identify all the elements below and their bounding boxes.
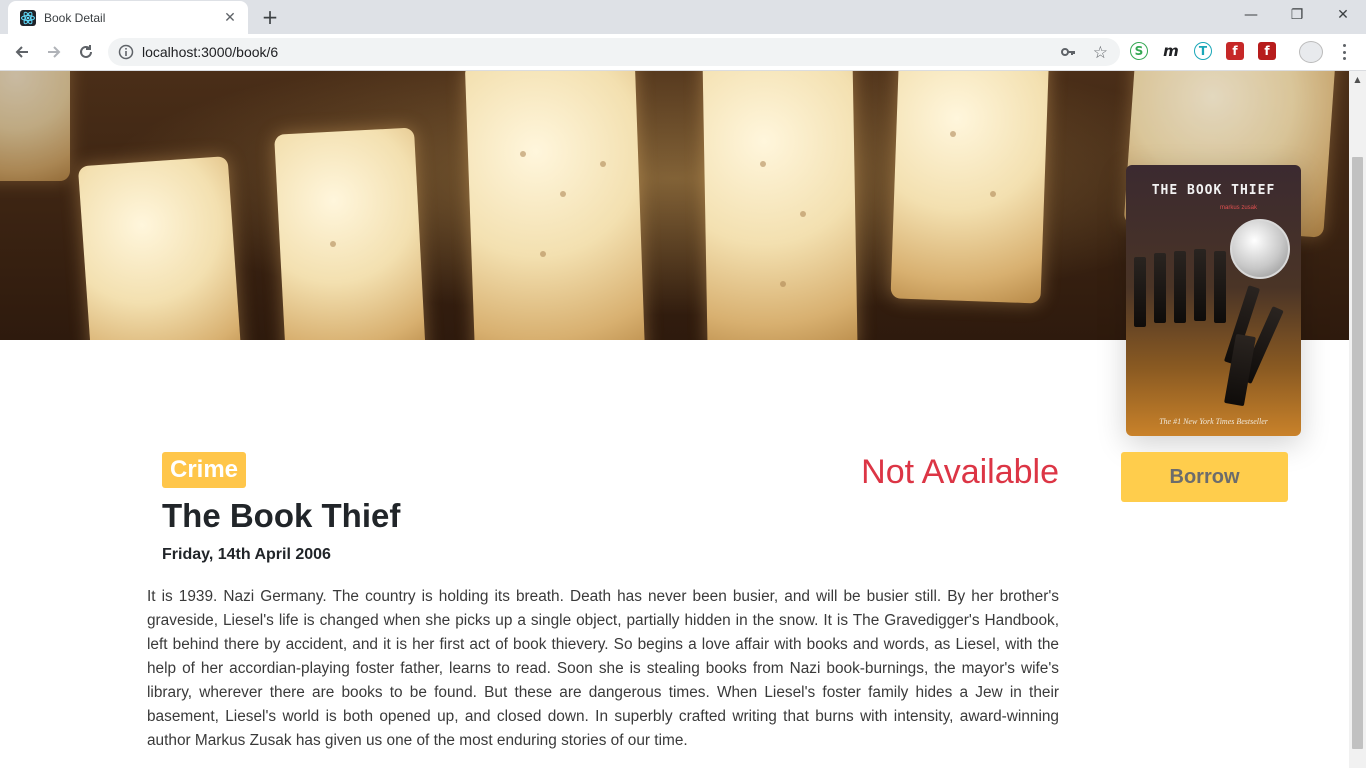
scroll-up-icon[interactable]: ▲ (1349, 71, 1366, 88)
back-icon[interactable] (10, 40, 34, 64)
tab-title: Book Detail (44, 10, 106, 25)
browser-tab[interactable]: Book Detail ✕ (8, 1, 248, 34)
reload-icon[interactable] (74, 40, 98, 64)
new-tab-button[interactable]: + (256, 5, 284, 29)
flash-icon[interactable]: f (1226, 42, 1244, 60)
genre-badge: Crime (162, 452, 247, 488)
page-viewport: Crime Not Available The Book Thief Frida… (0, 71, 1349, 768)
restore-button[interactable]: ❐ (1274, 0, 1320, 30)
cover-tagline: The #1 New York Times Bestseller (1159, 417, 1268, 426)
browser-tab-strip: Book Detail ✕ + — ❐ ✕ (0, 0, 1366, 34)
page-scrollbar[interactable]: ▲ (1349, 71, 1366, 768)
browser-toolbar: localhost:3000/book/6 ☆ S m T f f (0, 34, 1366, 71)
publication-date: Friday, 14th April 2006 (162, 546, 331, 563)
star-icon[interactable]: ☆ (1093, 43, 1108, 63)
info-icon[interactable] (118, 44, 134, 64)
book-cover-image: THE BOOK THIEF markus zusak The #1 New Y… (1126, 165, 1301, 436)
forward-icon[interactable] (42, 40, 66, 64)
url-text[interactable]: localhost:3000/book/6 (142, 44, 278, 60)
m-icon[interactable]: m (1162, 42, 1180, 60)
minimize-button[interactable]: — (1228, 0, 1274, 30)
menu-icon[interactable] (1336, 42, 1352, 62)
book-title: The Book Thief (162, 497, 401, 534)
cover-author: markus zusak (1220, 205, 1258, 211)
stackshare-icon[interactable]: S (1130, 42, 1148, 60)
availability-status: Not Available (861, 453, 1059, 491)
borrow-button[interactable]: Borrow (1121, 452, 1288, 502)
profile-avatar[interactable] (1299, 41, 1323, 63)
cover-title: THE BOOK THIEF (1151, 183, 1276, 198)
book-description: It is 1939. Nazi Germany. The country is… (147, 588, 1059, 749)
medal-icon (1230, 219, 1290, 279)
torrent-icon[interactable]: T (1194, 42, 1212, 60)
flash-red-icon[interactable]: f (1258, 42, 1276, 60)
react-icon (20, 9, 36, 26)
address-bar[interactable]: localhost:3000/book/6 ☆ (108, 38, 1120, 66)
key-icon[interactable] (1060, 44, 1076, 64)
tab-close-icon[interactable]: ✕ (222, 10, 238, 26)
window-close-button[interactable]: ✕ (1320, 0, 1366, 30)
scroll-thumb[interactable] (1352, 157, 1363, 749)
